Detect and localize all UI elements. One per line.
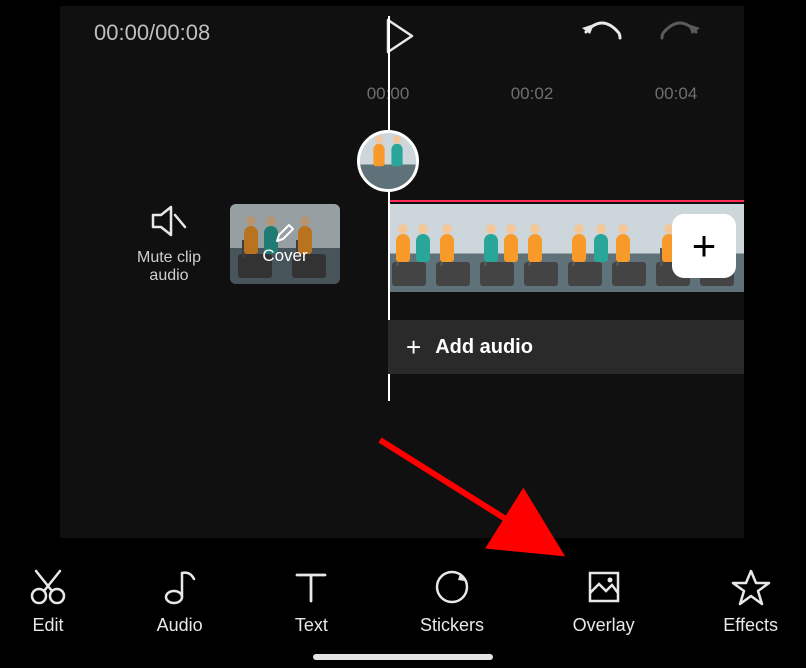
tool-label: Overlay bbox=[573, 615, 635, 636]
ruler-tick: 00:04 bbox=[655, 84, 698, 104]
add-clip-button[interactable]: + bbox=[672, 214, 736, 278]
add-audio-label: Add audio bbox=[435, 336, 533, 359]
mute-clip-audio-button[interactable]: Mute clipaudio bbox=[124, 204, 214, 286]
tool-label: Edit bbox=[32, 615, 63, 636]
tool-label: Stickers bbox=[420, 615, 484, 636]
track-boundary-line bbox=[388, 200, 744, 202]
scissors-icon bbox=[28, 567, 68, 607]
tool-text[interactable]: Text bbox=[291, 567, 331, 636]
mute-label-2: audio bbox=[149, 267, 188, 284]
tool-label: Audio bbox=[157, 615, 203, 636]
undo-button[interactable] bbox=[580, 18, 624, 57]
tool-overlay[interactable]: Overlay bbox=[573, 567, 635, 636]
timeline-area[interactable]: Mute clipaudio Cover bbox=[60, 118, 744, 423]
mute-label-1: Mute clip bbox=[137, 249, 201, 266]
pencil-icon bbox=[274, 222, 296, 244]
music-note-icon bbox=[160, 567, 200, 607]
plus-icon: + bbox=[692, 222, 717, 270]
tool-effects[interactable]: Effects bbox=[723, 567, 778, 636]
star-icon bbox=[731, 567, 771, 607]
top-bar: 00:00/00:08 bbox=[60, 6, 744, 66]
tool-stickers[interactable]: Stickers bbox=[420, 567, 484, 636]
tool-label: Text bbox=[295, 615, 328, 636]
text-icon bbox=[291, 567, 331, 607]
ruler-tick: 00:02 bbox=[511, 84, 554, 104]
add-audio-button[interactable]: + Add audio bbox=[388, 320, 744, 374]
timecode-display: 00:00/00:08 bbox=[94, 20, 210, 46]
play-button[interactable] bbox=[378, 16, 418, 61]
tool-label: Effects bbox=[723, 615, 778, 636]
redo-button[interactable] bbox=[658, 18, 702, 57]
editor-panel: 00:00/00:08 00:00 00:02 00:04 Mute clipa… bbox=[60, 6, 744, 538]
tool-audio[interactable]: Audio bbox=[157, 567, 203, 636]
cover-button[interactable]: Cover bbox=[230, 204, 340, 284]
bottom-toolbar: Edit Audio Text Stickers Overlay Effects bbox=[28, 546, 778, 636]
speaker-muted-icon bbox=[149, 204, 189, 238]
tool-edit[interactable]: Edit bbox=[28, 567, 68, 636]
playhead-knob[interactable] bbox=[357, 130, 419, 192]
timeline-ruler[interactable]: 00:00 00:02 00:04 bbox=[60, 84, 744, 114]
home-indicator bbox=[313, 654, 493, 660]
overlay-image-icon bbox=[584, 567, 624, 607]
cover-label: Cover bbox=[262, 246, 307, 266]
sticker-icon bbox=[432, 567, 472, 607]
plus-icon: + bbox=[406, 332, 421, 363]
